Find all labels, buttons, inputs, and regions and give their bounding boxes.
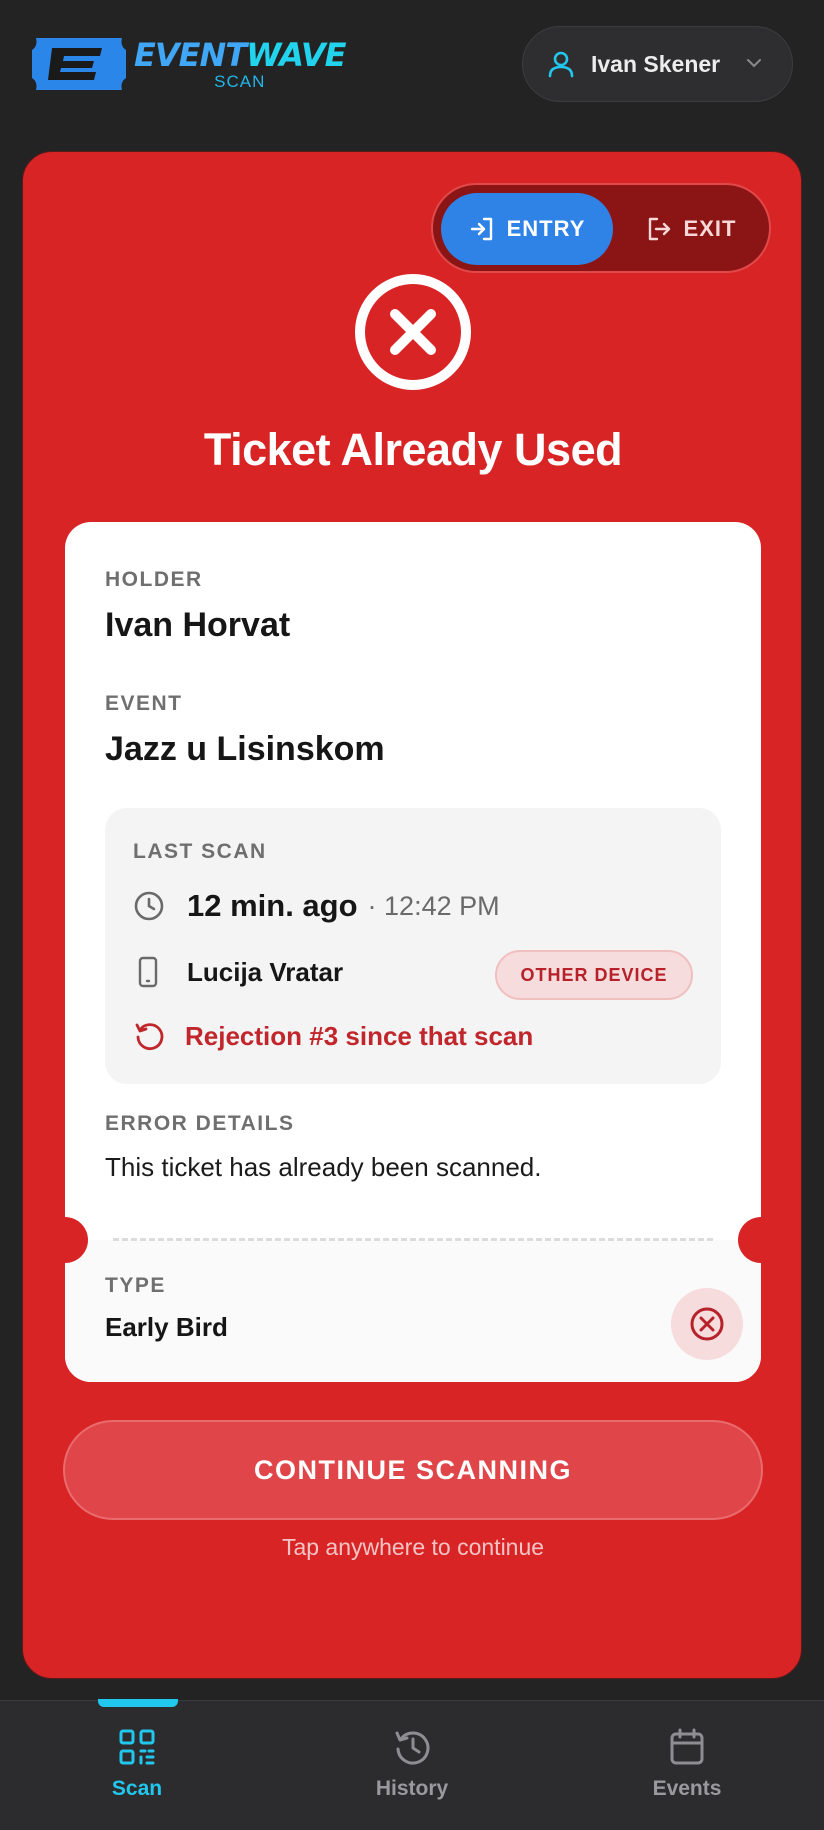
last-scan-time-row: 12 min. ago · 12:42 PM [133,888,500,924]
app-screen: EVENTWAVE SCAN Ivan Skener ENTRY EXIT Ti… [0,0,824,1830]
retry-history-icon [135,1023,164,1050]
scan-result-card[interactable]: ENTRY EXIT Ticket Already Used HOLDER Iv [22,151,802,1679]
nav-history[interactable]: History [275,1701,549,1830]
error-details-label: ERROR DETAILS [105,1112,295,1135]
top-bar: EVENTWAVE SCAN Ivan Skener [0,0,824,140]
holder-label: HOLDER [105,568,203,591]
ticket-notch-left [42,1217,88,1263]
entry-exit-toggle: ENTRY EXIT [431,183,771,273]
chevron-down-icon [747,59,761,68]
eventwave-logo: EVENTWAVE SCAN [30,34,346,94]
ticket-details: HOLDER Ivan Horvat EVENT Jazz u Lisinsko… [42,522,784,1382]
ticket-logo-icon [32,38,126,90]
user-menu-button[interactable]: Ivan Skener [522,26,793,102]
login-icon [470,217,492,241]
user-name: Ivan Skener [591,50,721,77]
last-scan-time: · 12:42 PM [367,890,500,921]
logo-subtitle: SCAN [214,71,266,91]
error-x-circle-icon [355,274,471,390]
entry-mode-button[interactable]: ENTRY [441,193,613,265]
event-value: Jazz u Lisinskom [105,730,385,768]
continue-scanning-button[interactable]: CONTINUE SCANNING [63,1420,763,1520]
ticket-stub [65,1240,761,1382]
event-label: EVENT [105,692,183,715]
clock-icon [134,891,164,921]
history-icon [395,1731,430,1765]
x-circle-icon [690,1307,724,1341]
tap-to-continue-hint: Tap anywhere to continue [281,1534,545,1560]
result-title: Ticket Already Used [203,424,623,475]
nav-events-label: Events [652,1777,722,1800]
phone-icon [138,956,158,988]
ticket-perforation [113,1238,713,1241]
calendar-icon [670,1728,704,1765]
last-scan-ago: 12 min. ago [187,888,358,923]
nav-scan[interactable]: Scan [0,1701,274,1830]
type-value: Early Bird [105,1312,228,1342]
nav-history-label: History [375,1777,449,1800]
holder-value: Ivan Horvat [105,606,291,644]
ticket-notch-right [738,1217,784,1263]
error-details-text: This ticket has already been scanned. [105,1152,542,1182]
last-scan-device-row: Lucija Vratar [133,956,343,988]
rejection-count: Rejection #3 since that scan [185,1020,534,1051]
logo-wordmark: EVENTWAVE [134,35,346,74]
nav-events[interactable]: Events [550,1701,824,1830]
nav-scan-label: Scan [111,1777,163,1800]
last-scan-panel: LAST SCAN 12 min. ago · 12:42 PM Lucija … [105,808,721,1084]
user-icon [548,51,574,78]
bottom-navigation: Scan History Events [0,1699,824,1830]
exit-mode-button[interactable]: EXIT [621,193,761,265]
qr-code-icon [119,1729,155,1765]
last-scan-operator: Lucija Vratar [187,956,344,987]
type-rejected-icon [671,1288,743,1360]
other-device-badge: OTHER DEVICE [495,950,693,1000]
rejection-row: Rejection #3 since that scan [133,1020,533,1052]
last-scan-label: LAST SCAN [133,840,267,863]
logout-icon [648,217,670,241]
type-label: TYPE [105,1274,166,1297]
